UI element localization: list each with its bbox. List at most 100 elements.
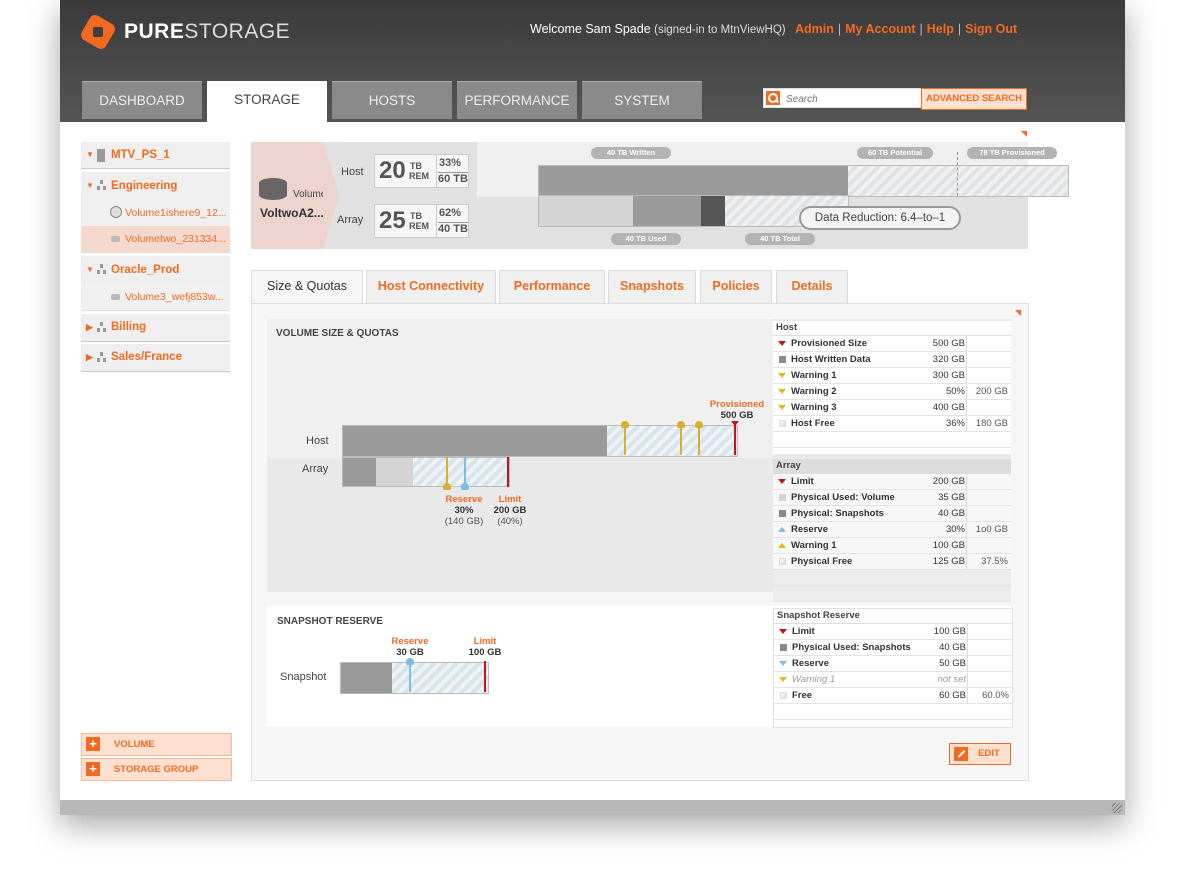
tab-storage[interactable]: STORAGE	[207, 81, 327, 122]
resize-grip-icon[interactable]	[1112, 803, 1122, 813]
table-row[interactable]: Free 60 GB 60.0%	[774, 688, 1012, 704]
my-account-link[interactable]: My Account	[845, 22, 915, 36]
host-capacity-bar[interactable]	[538, 152, 1069, 197]
tab-size-quotas[interactable]: Size & Quotas	[251, 270, 363, 304]
snapshot-free-fill	[392, 663, 488, 693]
table-row[interactable]: Host Written Data 320 GB	[773, 352, 1011, 368]
table-row[interactable]: Warning 1 not set	[774, 672, 1012, 688]
sidebar-group-billing[interactable]: ▶ Billing	[81, 314, 230, 342]
provisioned-marker[interactable]	[731, 421, 739, 455]
limit-marker[interactable]	[507, 457, 509, 487]
search-input[interactable]	[784, 89, 918, 109]
row-value: 35 GB	[938, 492, 965, 503]
warning-2-marker[interactable]	[677, 421, 685, 455]
sidebar-volume-item[interactable]: Volume1ishere9_12...	[81, 200, 230, 227]
row-value: 400 GB	[932, 402, 965, 413]
tab-details[interactable]: Details	[776, 270, 848, 304]
plus-icon: +	[86, 737, 100, 751]
row-value: 60 GB	[939, 690, 966, 701]
expand-arrow-icon[interactable]: ▼	[86, 172, 94, 200]
volume-icon	[111, 294, 120, 300]
sidebar-array-item[interactable]: ▼ MTV_PS_1	[81, 142, 230, 169]
corner-marker-icon	[1021, 131, 1027, 137]
host-quota-bar[interactable]	[342, 425, 738, 457]
row-name: Warning 3	[791, 402, 837, 413]
tab-host-connectivity[interactable]: Host Connectivity	[366, 270, 496, 304]
table-row[interactable]: Warning 3 400 GB	[773, 400, 1011, 416]
help-link[interactable]: Help	[927, 22, 954, 36]
sign-out-link[interactable]: Sign Out	[965, 22, 1017, 36]
warning-1-marker[interactable]	[621, 421, 629, 455]
advanced-search-button[interactable]: ADVANCED SEARCH	[921, 88, 1027, 110]
host-row-label: Host	[306, 435, 329, 447]
row-name: Physical Free	[791, 556, 853, 567]
snapshot-limit-marker[interactable]	[484, 661, 486, 692]
limit-triangle-icon	[778, 479, 786, 484]
data-reduction-badge: Data Reduction: 6.4–to–1	[799, 206, 961, 230]
table-row[interactable]: Reserve 50 GB	[774, 656, 1012, 672]
host-unit-tb: TB	[410, 161, 422, 171]
pure-storage-logo[interactable]: PURESTORAGE	[78, 12, 290, 52]
add-volume-button[interactable]: + VOLUME	[81, 733, 232, 756]
tab-snapshots[interactable]: Snapshots	[608, 270, 696, 304]
tab-dashboard[interactable]: DASHBOARD	[82, 81, 202, 119]
table-row[interactable]: Physical Free 125 GB 37.5%	[773, 554, 1011, 570]
table-row[interactable]: Provisioned Size 500 GB	[773, 336, 1011, 352]
collapse-arrow-icon[interactable]: ▶	[86, 314, 93, 341]
row-name: Physical: Snapshots	[791, 508, 884, 519]
search-icon[interactable]	[766, 91, 780, 105]
table-row[interactable]: Warning 1 100 GB	[773, 538, 1011, 554]
tab-performance[interactable]: PERFORMANCE	[457, 81, 577, 119]
row-value: not set	[937, 674, 966, 685]
expand-arrow-icon[interactable]: ▼	[86, 256, 94, 284]
tab-system[interactable]: SYSTEM	[582, 81, 702, 119]
welcome-text: Welcome Sam Spade	[530, 22, 651, 36]
snapshot-limit-annotation: Limit 100 GB	[463, 636, 507, 658]
potential-pill: 60 TB Potential	[857, 147, 933, 159]
array-quota-bar[interactable]	[342, 457, 510, 487]
table-row-empty	[774, 704, 1012, 720]
tab-performance[interactable]: Performance	[499, 270, 605, 304]
table-row[interactable]: Warning 2 50% 200 GB	[773, 384, 1011, 400]
reserve-marker[interactable]	[461, 457, 469, 490]
sidebar-volume-item-selected[interactable]: Volumetwo_231334...	[81, 226, 230, 253]
row-value: 40 GB	[939, 642, 966, 653]
table-row[interactable]: Limit 100 GB	[774, 624, 1012, 640]
host-percent: 33%	[439, 157, 462, 169]
table-row[interactable]: Warning 1 300 GB	[773, 368, 1011, 384]
array-warning-marker[interactable]	[443, 457, 451, 490]
snapshot-used-fill	[341, 663, 392, 693]
table-row[interactable]: Physical Used: Snapshots 40 GB	[774, 640, 1012, 656]
app-window: PURESTORAGE Welcome Sam Spade (signed-in…	[60, 0, 1125, 815]
sidebar-group-oracle-prod[interactable]: ▼ Oracle_Prod	[81, 256, 230, 285]
snapshot-bar[interactable]	[340, 662, 489, 694]
row-value: 200 GB	[932, 476, 965, 487]
table-row[interactable]: Host Free 36% 180 GB	[773, 416, 1011, 432]
reserve-size: (140 GB)	[444, 516, 484, 527]
warning-3-marker[interactable]	[695, 421, 703, 455]
array-quota-table: Array Limit 200 GB Physical Used: Volume 3…	[773, 459, 1011, 602]
table-row[interactable]: Physical: Snapshots 40 GB	[773, 506, 1011, 522]
snapshot-reserve-marker[interactable]	[406, 658, 414, 692]
group-name: Oracle_Prod	[111, 264, 180, 276]
sidebar-volume-item[interactable]: Volume3_wefj853w...	[81, 284, 230, 311]
collapse-arrow-icon[interactable]: ▶	[86, 344, 93, 371]
admin-link[interactable]: Admin	[795, 22, 834, 36]
row-extra: 180 GB	[975, 418, 1008, 429]
table-row[interactable]: Physical Used: Volume 35 GB	[773, 490, 1011, 506]
table-row[interactable]: Limit 200 GB	[773, 474, 1011, 490]
tab-hosts[interactable]: HOSTS	[332, 81, 452, 119]
welcome-message: Welcome Sam Spade (signed-in to MtnViewH…	[530, 22, 786, 36]
table-row[interactable]: Reserve 30% 1o0 GB	[773, 522, 1011, 538]
edit-button[interactable]: EDIT	[949, 743, 1011, 765]
limit-label: Limit	[498, 494, 522, 505]
expand-arrow-icon[interactable]: ▼	[86, 142, 94, 168]
array-remaining-value: 25	[379, 207, 406, 234]
row-value: 30%	[945, 524, 965, 535]
sidebar-group-sales-france[interactable]: ▶ Sales/France	[81, 344, 230, 372]
top-header: PURESTORAGE Welcome Sam Spade (signed-in…	[60, 0, 1125, 122]
add-storage-group-button[interactable]: + STORAGE GROUP	[81, 758, 232, 781]
tab-policies[interactable]: Policies	[700, 270, 772, 304]
row-value: 500 GB	[932, 338, 965, 349]
sidebar-group-engineering[interactable]: ▼ Engineering	[81, 172, 230, 201]
